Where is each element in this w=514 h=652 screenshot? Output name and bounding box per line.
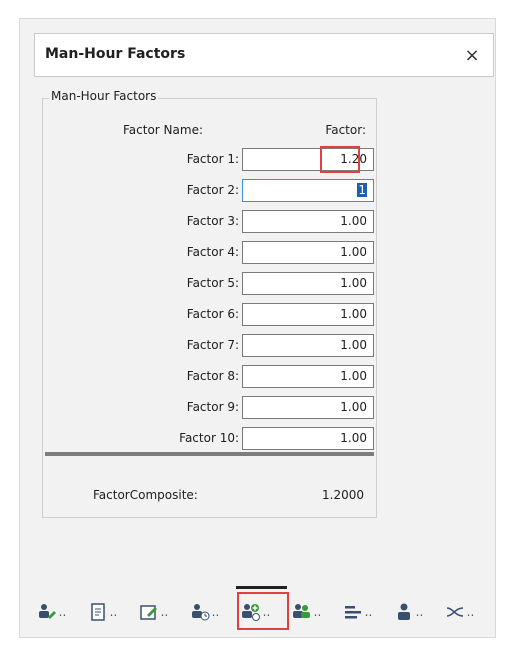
toolbar-edit-window[interactable]: .. bbox=[128, 594, 179, 630]
close-button[interactable]: × bbox=[459, 42, 485, 68]
factor-2-label: Factor 2: bbox=[186, 183, 239, 197]
composite-divider bbox=[45, 452, 374, 456]
factor-5-input[interactable]: 1.00 bbox=[242, 272, 374, 295]
toolbar-dots: .. bbox=[262, 605, 271, 619]
window-title: Man-Hour Factors bbox=[45, 46, 186, 62]
toolbar-people-add-clock[interactable]: .. bbox=[230, 594, 281, 630]
people-clock-icon bbox=[191, 604, 210, 621]
toolbar-list-lines[interactable]: .. bbox=[332, 594, 383, 630]
toolbar-dots: .. bbox=[364, 605, 373, 619]
bottom-toolbar: .. .. .. .. .. .. .. .. .. bbox=[26, 592, 496, 632]
toolbar-people-group[interactable]: .. bbox=[281, 594, 332, 630]
factor-8-label: Factor 8: bbox=[186, 369, 239, 383]
close-icon: × bbox=[464, 44, 480, 66]
factor-2-selected-text: 1 bbox=[357, 183, 367, 197]
factor-5-label: Factor 5: bbox=[186, 276, 239, 290]
factor-4-label: Factor 4: bbox=[186, 245, 239, 259]
factor-3-label: Factor 3: bbox=[186, 214, 239, 228]
person-edit-icon bbox=[38, 604, 56, 619]
toolbar-document[interactable]: .. bbox=[77, 594, 128, 630]
edit-window-icon bbox=[139, 605, 157, 620]
toolbar-single-person[interactable]: .. bbox=[383, 594, 434, 630]
factor-8-input[interactable]: 1.00 bbox=[242, 365, 374, 388]
window-header: Man-Hour Factors × bbox=[34, 33, 494, 77]
factor-composite-value: 1.2000 bbox=[322, 488, 364, 502]
factor-3-input[interactable]: 1.00 bbox=[242, 210, 374, 233]
factor-2-input[interactable]: 1 bbox=[242, 179, 374, 202]
factor-7-input[interactable]: 1.00 bbox=[242, 334, 374, 357]
factor-7-label: Factor 7: bbox=[186, 338, 239, 352]
toolbar-dots: .. bbox=[466, 605, 475, 619]
people-group-icon bbox=[292, 604, 310, 618]
toolbar-dots: .. bbox=[58, 605, 67, 619]
list-lines-icon bbox=[344, 606, 361, 619]
factor-10-label: Factor 10: bbox=[179, 431, 239, 445]
single-person-icon bbox=[397, 603, 410, 620]
toolbar-dots: .. bbox=[313, 605, 322, 619]
factor-4-input[interactable]: 1.00 bbox=[242, 241, 374, 264]
factor-composite-label: FactorComposite: bbox=[93, 488, 198, 502]
factor-1-highlight bbox=[320, 146, 360, 173]
factor-9-input[interactable]: 1.00 bbox=[242, 396, 374, 419]
group-title: Man-Hour Factors bbox=[49, 89, 159, 103]
factor-1-label: Factor 1: bbox=[186, 152, 239, 166]
toolbar-people-clock[interactable]: .. bbox=[179, 594, 230, 630]
toolbar-dots: .. bbox=[160, 605, 169, 619]
man-hour-factors-window: Man-Hour Factors × Man-Hour Factors Fact… bbox=[19, 18, 496, 638]
factor-6-label: Factor 6: bbox=[186, 307, 239, 321]
toolbar-dots: .. bbox=[109, 605, 118, 619]
factor-6-input[interactable]: 1.00 bbox=[242, 303, 374, 326]
factor-10-input[interactable]: 1.00 bbox=[242, 427, 374, 450]
people-add-clock-icon bbox=[241, 604, 260, 621]
toolbar-dots: .. bbox=[211, 605, 220, 619]
active-tool-indicator bbox=[236, 586, 287, 589]
factor-9-label: Factor 9: bbox=[186, 400, 239, 414]
factor-name-header: Factor Name: bbox=[123, 123, 203, 137]
toolbar-shuffle[interactable]: .. bbox=[434, 594, 485, 630]
factor-value-header: Factor: bbox=[325, 123, 366, 137]
shuffle-arrows-icon bbox=[446, 607, 463, 617]
factors-group: Man-Hour Factors Factor Name: Factor: Fa… bbox=[42, 89, 377, 518]
toolbar-person-edit[interactable]: .. bbox=[26, 594, 77, 630]
toolbar-dots: .. bbox=[415, 605, 424, 619]
document-icon bbox=[90, 603, 105, 621]
